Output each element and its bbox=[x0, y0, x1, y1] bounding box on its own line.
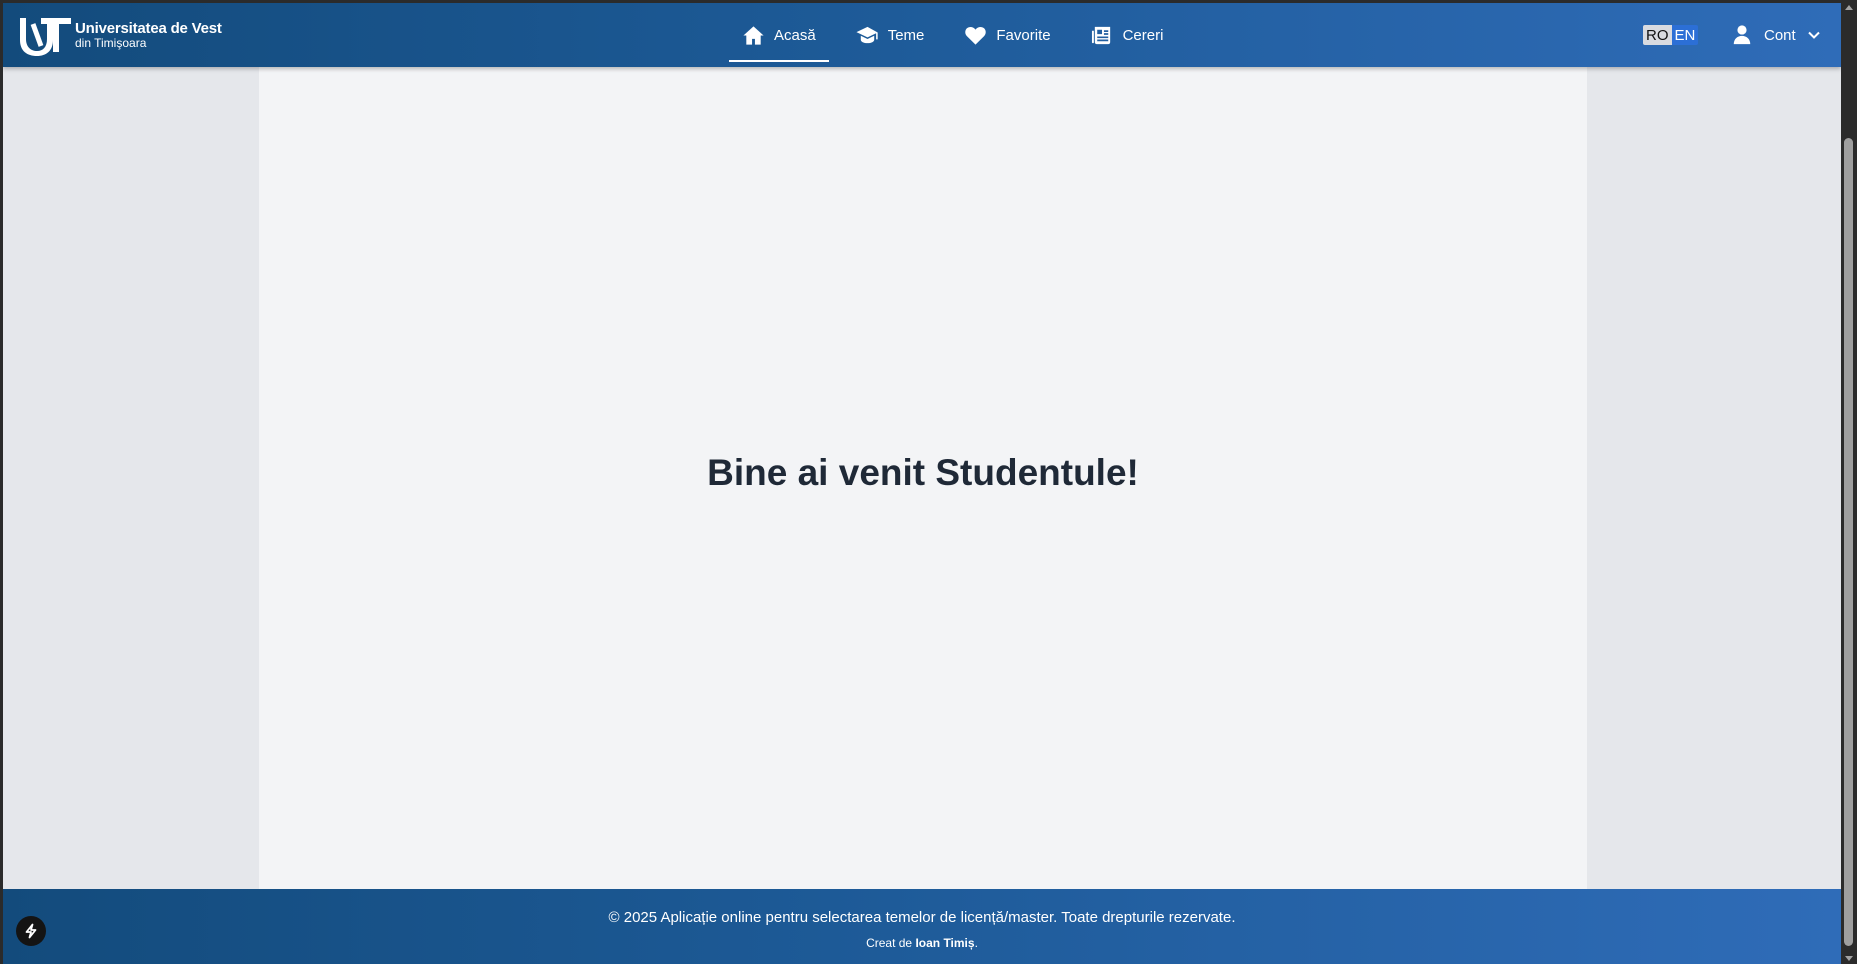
nav-item-favorite[interactable]: Favorite bbox=[951, 8, 1063, 62]
page-footer: © 2025 Aplicație online pentru selectare… bbox=[3, 889, 1841, 964]
footer-credit-suffix: . bbox=[974, 936, 978, 950]
nav-item-label: Favorite bbox=[996, 26, 1051, 44]
welcome-heading: Bine ai venit Studentule! bbox=[707, 452, 1139, 493]
university-logo[interactable]: Universitatea de Vest din Timişoara bbox=[17, 14, 222, 56]
top-navbar: Universitatea de Vest din Timişoara Acas… bbox=[3, 3, 1841, 67]
lang-option-en[interactable]: EN bbox=[1671, 25, 1699, 45]
nav-item-label: Acasă bbox=[774, 26, 816, 44]
graduation-cap-icon bbox=[856, 26, 878, 43]
page-viewport: Universitatea de Vest din Timişoara Acas… bbox=[3, 3, 1841, 964]
nav-item-teme[interactable]: Teme bbox=[843, 8, 938, 62]
language-switcher[interactable]: RO EN bbox=[1643, 25, 1699, 45]
nav-item-acasa[interactable]: Acasă bbox=[729, 8, 829, 62]
logo-text: Universitatea de Vest din Timişoara bbox=[75, 21, 222, 49]
nav-item-label: Teme bbox=[887, 26, 925, 44]
nav-item-cereri[interactable]: Cereri bbox=[1078, 8, 1177, 62]
heart-icon bbox=[965, 26, 987, 45]
newspaper-icon bbox=[1091, 26, 1110, 44]
browser-frame: Universitatea de Vest din Timişoara Acas… bbox=[0, 0, 1857, 964]
scrollbar-thumb[interactable] bbox=[1844, 138, 1853, 946]
footer-credit: Creat de Ioan Timiș. bbox=[3, 936, 1841, 950]
main-content: Bine ai venit Studentule! bbox=[259, 67, 1587, 889]
logo-title: Universitatea de Vest bbox=[75, 20, 222, 37]
footer-credit-prefix: Creat de bbox=[866, 936, 916, 950]
logo-subtitle: din Timişoara bbox=[75, 36, 147, 50]
account-label: Cont bbox=[1764, 26, 1796, 44]
vertical-scrollbar[interactable] bbox=[1841, 3, 1857, 964]
lightning-icon bbox=[25, 923, 37, 939]
lang-option-ro[interactable]: RO bbox=[1643, 25, 1672, 45]
chevron-down-icon bbox=[1807, 31, 1820, 39]
footer-copyright: © 2025 Aplicație online pentru selectare… bbox=[608, 909, 1236, 926]
home-icon bbox=[743, 25, 764, 45]
nav-item-label: Cereri bbox=[1122, 26, 1164, 44]
scroll-up-arrow-icon[interactable] bbox=[1845, 5, 1853, 10]
scroll-down-arrow-icon[interactable] bbox=[1845, 956, 1853, 961]
user-icon bbox=[1733, 25, 1751, 45]
quick-action-button[interactable] bbox=[16, 916, 46, 946]
main-nav: Acasă Teme Favorite Cereri bbox=[729, 3, 1190, 67]
account-menu[interactable]: Cont bbox=[1731, 3, 1821, 67]
footer-credit-author: Ioan Timiș bbox=[915, 936, 975, 950]
uvt-logo-icon bbox=[20, 18, 71, 56]
